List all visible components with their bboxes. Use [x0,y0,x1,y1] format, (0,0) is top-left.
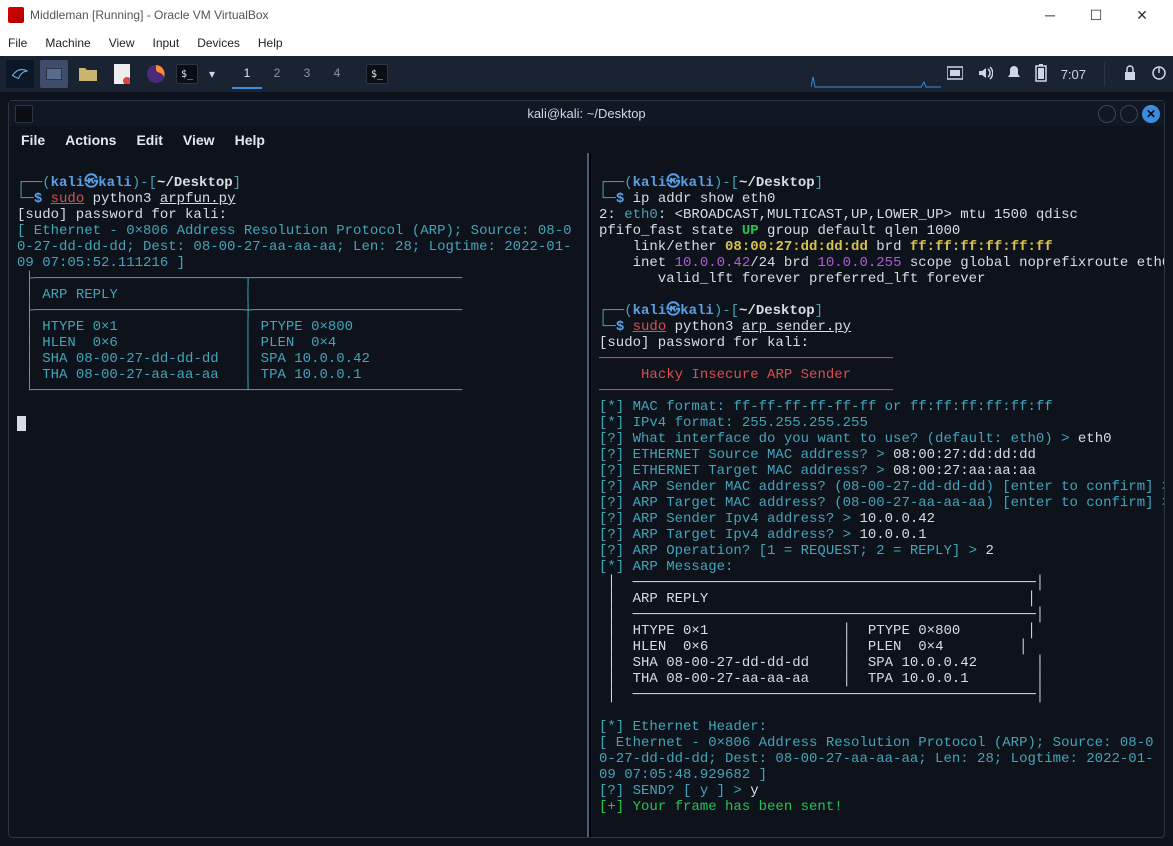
window-title: Middleman [Running] - Oracle VM VirtualB… [30,8,1027,22]
dropdown-icon[interactable]: ▾ [204,60,220,88]
workspace-3[interactable]: 3 [292,59,322,89]
terminal-pane-left[interactable]: ┌──(kali㉿kali)-[~/Desktop] └─$ sudo pyth… [9,153,591,837]
volume-icon[interactable] [977,65,993,84]
ethernet-header-info: [ Ethernet - 0×806 Address Resolution Pr… [17,223,572,271]
terminal-menubar[interactable]: File Actions Edit View Help [9,126,1164,153]
workspace-4[interactable]: 4 [322,59,352,89]
firefox-icon[interactable] [142,60,170,88]
kali-desktop: $_ ▾ 1 2 3 4 $_ 7:07 Home arpfun.py arp_… [0,56,1173,846]
workspace-2[interactable]: 2 [262,59,292,89]
notification-icon[interactable] [1007,65,1021,84]
terminal-minimize-button[interactable] [1098,105,1116,123]
kali-panel[interactable]: $_ ▾ 1 2 3 4 $_ 7:07 [0,56,1173,92]
menu-input[interactable]: Input [153,36,180,50]
battery-icon[interactable] [1035,64,1047,85]
panel-item[interactable] [40,60,68,88]
term-menu-actions[interactable]: Actions [65,132,116,148]
virtualbox-icon [8,7,24,23]
power-icon[interactable] [1151,65,1167,84]
terminal-launcher-icon[interactable]: $_ [176,64,198,84]
virtualbox-titlebar: Middleman [Running] - Oracle VM VirtualB… [0,0,1173,30]
terminal-titlebar[interactable]: kali@kali: ~/Desktop ✕ [9,101,1164,126]
terminal-pane-right[interactable]: ┌──(kali㉿kali)-[~/Desktop] └─$ ip addr s… [591,153,1164,837]
kali-menu-icon[interactable] [6,60,34,88]
files-icon[interactable] [74,60,102,88]
terminal-window: kali@kali: ~/Desktop ✕ File Actions Edit… [8,100,1165,838]
menu-help[interactable]: Help [258,36,283,50]
menu-view[interactable]: View [109,36,135,50]
close-button[interactable]: ✕ [1119,0,1165,30]
terminal-close-button[interactable]: ✕ [1142,105,1160,123]
tray-recorder-icon[interactable] [947,66,963,83]
workspace-1[interactable]: 1 [232,59,262,89]
term-menu-file[interactable]: File [21,132,45,148]
terminal-maximize-button[interactable] [1120,105,1138,123]
workspace-switcher[interactable]: 1 2 3 4 [232,59,352,89]
network-graph [811,60,941,88]
maximize-button[interactable]: ☐ [1073,0,1119,30]
menu-file[interactable]: File [8,36,27,50]
menu-devices[interactable]: Devices [197,36,240,50]
menu-machine[interactable]: Machine [45,36,90,50]
term-menu-help[interactable]: Help [235,132,265,148]
virtualbox-menubar[interactable]: File Machine View Input Devices Help [0,30,1173,56]
editor-icon[interactable] [108,60,136,88]
clock[interactable]: 7:07 [1061,67,1086,82]
lock-icon[interactable] [1123,65,1137,84]
taskbar-terminal-icon[interactable]: $_ [366,64,388,84]
term-menu-edit[interactable]: Edit [136,132,162,148]
sudo-prompt: [sudo] password for kali: [17,207,227,223]
minimize-button[interactable]: ─ [1027,0,1073,30]
term-menu-view[interactable]: View [183,132,215,148]
terminal-title: kali@kali: ~/Desktop [9,106,1164,121]
cursor [17,416,26,431]
